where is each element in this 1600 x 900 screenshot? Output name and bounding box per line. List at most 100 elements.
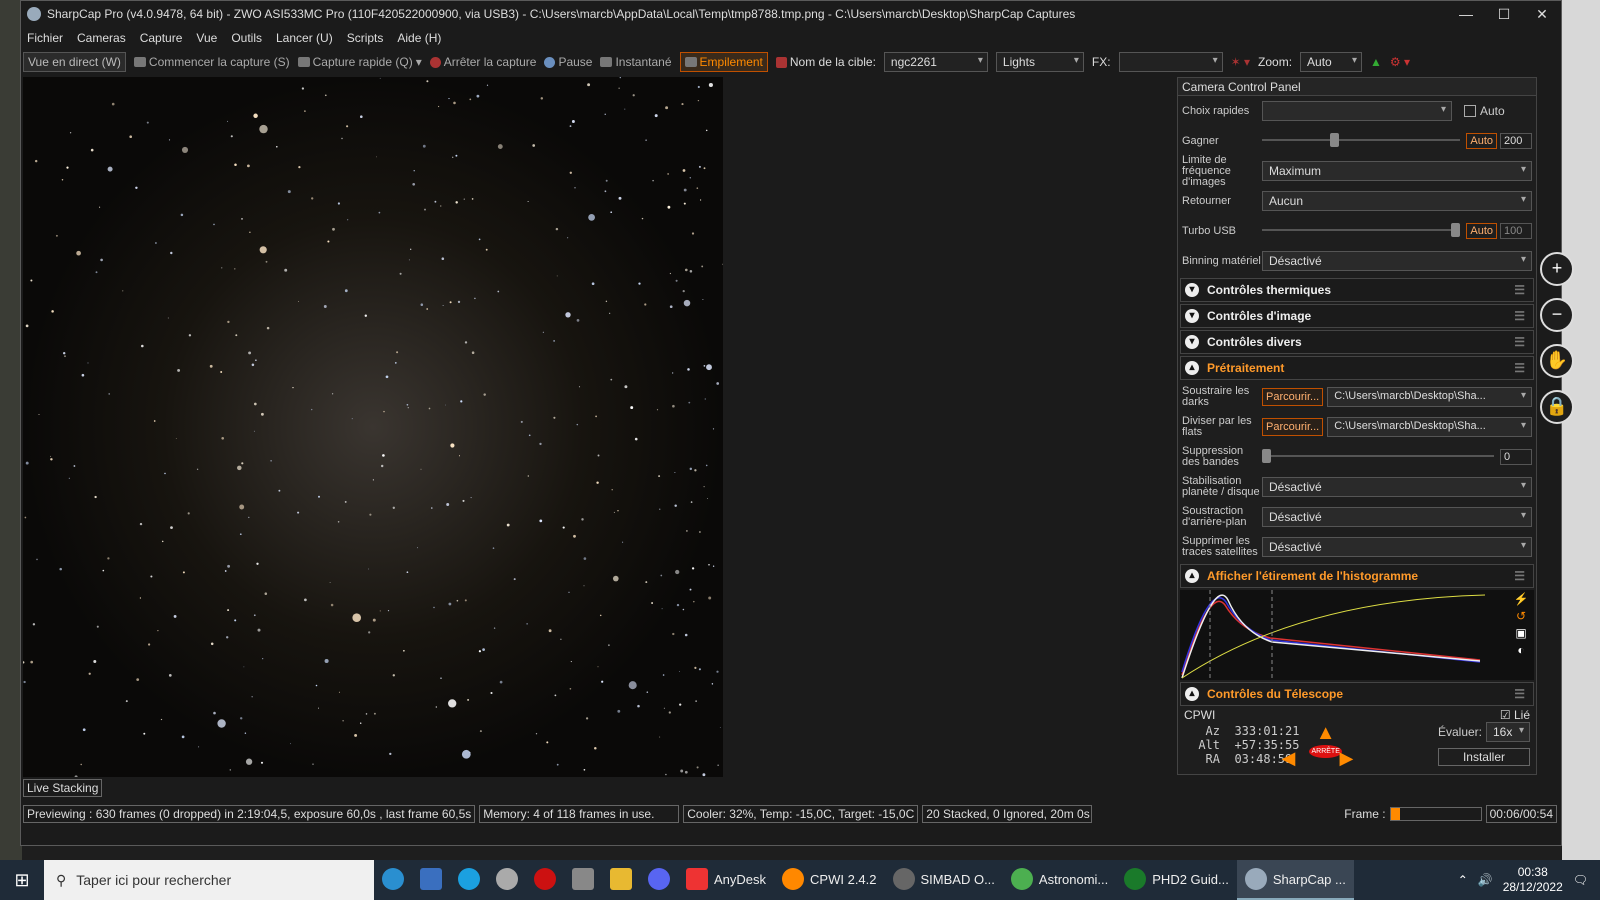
fx-select[interactable] <box>1118 52 1223 72</box>
star-app-icon[interactable] <box>564 860 602 900</box>
menu-vue[interactable]: Vue <box>196 31 217 45</box>
satellite-select[interactable]: Désactivé <box>1262 537 1532 557</box>
auto-checkbox[interactable]: Auto <box>1464 104 1505 118</box>
edge-icon[interactable] <box>374 860 412 900</box>
frame-type-select[interactable]: Lights <box>995 52 1084 72</box>
snapshot-button[interactable]: Instantané <box>600 55 672 69</box>
menu-aide[interactable]: Aide (H) <box>397 31 441 45</box>
taskbar-app-anydesk[interactable]: AnyDesk <box>678 860 774 900</box>
gain-knob[interactable] <box>1330 133 1340 147</box>
target-name-input[interactable]: ngc2261 <box>883 52 988 72</box>
settings-icon[interactable]: ⚙ ▾ <box>1390 55 1410 69</box>
arrow-right-icon[interactable]: ▶ <box>1339 748 1353 769</box>
clock[interactable]: 00:38 28/12/2022 <box>1503 865 1563 895</box>
maximize-button[interactable]: ☐ <box>1485 6 1523 23</box>
banding-knob[interactable] <box>1262 449 1271 463</box>
star <box>95 271 98 274</box>
menu-icon[interactable]: ☰ <box>1514 687 1525 701</box>
menu-capture[interactable]: Capture <box>140 31 183 45</box>
banding-slider[interactable] <box>1262 447 1494 467</box>
section-telescope[interactable]: ▴ Contrôles du Télescope ☰ <box>1180 682 1534 706</box>
menu-icon[interactable]: ☰ <box>1514 335 1525 349</box>
taskbar-search[interactable]: ⚲ Taper ici pour rechercher <box>44 860 374 900</box>
discord-icon[interactable] <box>640 860 678 900</box>
chevron-up-icon[interactable]: ⌃ <box>1458 873 1468 887</box>
zoom-out-icon[interactable]: − <box>1540 298 1574 332</box>
taskbar-app-sharpcap[interactable]: SharpCap ... <box>1236 860 1354 900</box>
stop-scope-button[interactable]: ARRÊTE <box>1309 745 1342 758</box>
histogram-icon[interactable]: ▲ <box>1370 55 1382 69</box>
quick-choice-select[interactable] <box>1262 101 1452 121</box>
binning-select[interactable]: Désactivé <box>1262 251 1532 271</box>
flats-path-select[interactable]: C:\Users\marcb\Desktop\Sha... <box>1327 417 1532 437</box>
hand-icon[interactable]: ✋ <box>1540 344 1574 378</box>
arrow-up-icon[interactable]: ▲ <box>1316 722 1336 745</box>
start-capture-button[interactable]: Commencer la capture (S) <box>133 55 290 69</box>
menu-lancer[interactable]: Lancer (U) <box>276 31 333 45</box>
image-preview[interactable] <box>23 77 723 777</box>
section-preprocessing[interactable]: ▴ Prétraitement ☰ <box>1180 356 1534 380</box>
contrast-icon[interactable]: ◐ <box>1510 643 1532 657</box>
usb-value[interactable]: 100 <box>1500 223 1532 239</box>
usb-slider[interactable] <box>1262 221 1461 241</box>
arrow-left-icon[interactable]: ◀ <box>1281 748 1295 769</box>
reticle-icon[interactable]: ✶ ▾ <box>1231 55 1250 69</box>
close-button[interactable]: ✕ <box>1523 6 1561 23</box>
windows-start-icon[interactable]: ⊞ <box>0 870 44 891</box>
usb-knob[interactable] <box>1451 223 1461 237</box>
install-button[interactable]: Installer <box>1437 748 1530 766</box>
taskbar-app-cpwi[interactable]: CPWI 2.4.2 <box>774 860 884 900</box>
taskbar-app-phd2[interactable]: PHD2 Guid... <box>1116 860 1237 900</box>
scope-linked-checkbox[interactable]: ☑ Lié <box>1500 708 1530 722</box>
snapshot-icon <box>600 57 613 67</box>
live-stacking-tab[interactable]: Live Stacking <box>23 779 103 797</box>
lightning-icon[interactable]: ⚡ <box>1510 592 1532 606</box>
banding-value[interactable]: 0 <box>1500 449 1532 465</box>
menu-fichier[interactable]: Fichier <box>27 31 63 45</box>
save-icon[interactable]: ▣ <box>1510 626 1532 640</box>
gain-value[interactable]: 200 <box>1500 133 1532 149</box>
bg-select[interactable]: Désactivé <box>1262 507 1532 527</box>
menu-outils[interactable]: Outils <box>231 31 262 45</box>
frame-rate-select[interactable]: Maximum <box>1262 161 1532 181</box>
explorer-icon[interactable] <box>602 860 640 900</box>
red-app-icon[interactable] <box>526 860 564 900</box>
flip-select[interactable]: Aucun <box>1262 191 1532 211</box>
histogram-display[interactable]: ⚡ ↺ ▣ ◐ <box>1180 590 1534 680</box>
brain-app-icon[interactable] <box>488 860 526 900</box>
menu-icon[interactable]: ☰ <box>1514 309 1525 323</box>
taskbar-app-chrome[interactable]: Astronomi... <box>1003 860 1116 900</box>
darks-browse-button[interactable]: Parcourir... <box>1262 388 1324 406</box>
pause-button[interactable]: Pause <box>544 55 592 69</box>
minimize-button[interactable]: — <box>1447 6 1485 22</box>
lock-icon[interactable]: 🔒 <box>1540 390 1574 424</box>
menu-cameras[interactable]: Cameras <box>77 31 126 45</box>
reset-icon[interactable]: ↺ <box>1510 609 1532 623</box>
notification-icon[interactable]: 🗨 <box>1573 873 1588 887</box>
zoom-in-icon[interactable]: + <box>1540 252 1574 286</box>
menu-icon[interactable]: ☰ <box>1514 569 1525 583</box>
darks-path-select[interactable]: C:\Users\marcb\Desktop\Sha... <box>1327 387 1532 407</box>
stacking-button[interactable]: Empilement <box>679 52 768 72</box>
section-misc[interactable]: ▾ Contrôles divers ☰ <box>1180 330 1534 354</box>
app-c-icon[interactable] <box>450 860 488 900</box>
live-view-button[interactable]: Vue en direct (W) <box>23 52 126 72</box>
gain-slider[interactable] <box>1262 131 1461 151</box>
gain-auto-button[interactable]: Auto <box>1466 133 1497 149</box>
stop-capture-button[interactable]: Arrêter la capture <box>429 55 536 69</box>
stab-select[interactable]: Désactivé <box>1262 477 1532 497</box>
menu-icon[interactable]: ☰ <box>1514 283 1525 297</box>
section-histogram[interactable]: ▴ Afficher l'étirement de l'histogramme ☰ <box>1180 564 1534 588</box>
rate-select[interactable]: 16x <box>1486 722 1530 742</box>
section-image[interactable]: ▾ Contrôles d'image ☰ <box>1180 304 1534 328</box>
flats-browse-button[interactable]: Parcourir... <box>1262 418 1324 436</box>
menu-scripts[interactable]: Scripts <box>347 31 384 45</box>
zoom-select[interactable]: Auto <box>1300 52 1363 72</box>
section-thermal[interactable]: ▾ Contrôles thermiques ☰ <box>1180 278 1534 302</box>
usb-auto-button[interactable]: Auto <box>1466 223 1497 239</box>
app-icon[interactable] <box>412 860 450 900</box>
taskbar-app-simbad[interactable]: SIMBAD O... <box>885 860 1003 900</box>
quick-capture-button[interactable]: Capture rapide (Q) ▾ <box>297 55 422 69</box>
volume-icon[interactable]: 🔊 <box>1478 873 1493 887</box>
menu-icon[interactable]: ☰ <box>1514 361 1525 375</box>
